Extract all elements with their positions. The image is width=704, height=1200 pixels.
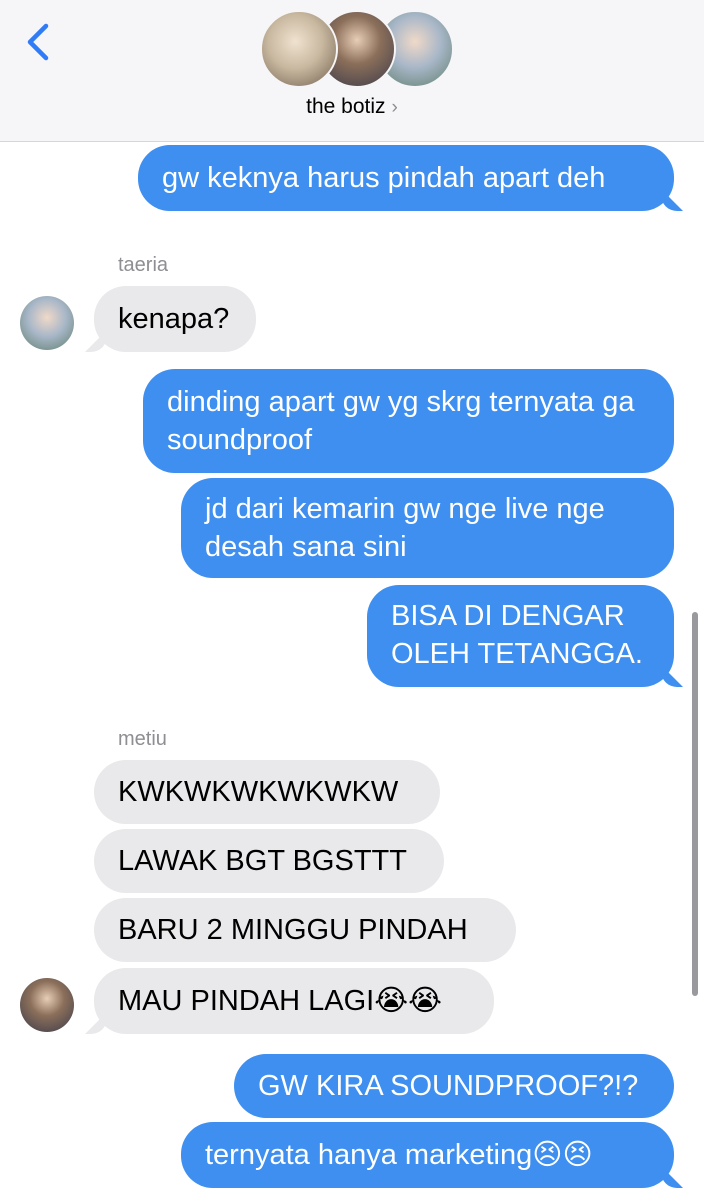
message-bubble-outgoing[interactable]: gw keknya harus pindah apart deh: [138, 145, 674, 211]
avatar[interactable]: [20, 296, 74, 350]
scrollbar[interactable]: [692, 612, 698, 996]
message-text: jd dari kemarin gw nge live nge desah sa…: [205, 493, 605, 563]
chevron-right-icon: ›: [391, 97, 398, 118]
group-avatars[interactable]: [260, 10, 454, 88]
message-text: BISA DI DENGAR OLEH TETANGGA.: [391, 600, 643, 670]
message-text: MAU PINDAH LAGI😭😭: [118, 985, 442, 1017]
message-text: LAWAK BGT BGSTTT: [118, 845, 407, 877]
group-name[interactable]: the botiz ›: [0, 95, 704, 119]
message-bubble-outgoing[interactable]: dinding apart gw yg skrg ternyata ga sou…: [143, 369, 674, 473]
message-text: BARU 2 MINGGU PINDAH: [118, 914, 468, 946]
message-bubble-outgoing[interactable]: GW KIRA SOUNDPROOF?!?: [234, 1054, 674, 1118]
message-bubble-incoming[interactable]: KWKWKWKWKWKW: [94, 760, 440, 824]
message-bubble-incoming[interactable]: kenapa?: [94, 286, 256, 352]
message-text: GW KIRA SOUNDPROOF?!?: [258, 1070, 639, 1102]
group-name-label: the botiz: [306, 95, 386, 118]
message-bubble-outgoing[interactable]: jd dari kemarin gw nge live nge desah sa…: [181, 478, 674, 578]
message-text: gw keknya harus pindah apart deh: [162, 162, 606, 194]
sender-name: taeria: [118, 254, 169, 276]
message-bubble-outgoing[interactable]: BISA DI DENGAR OLEH TETANGGA.: [367, 585, 674, 687]
avatar[interactable]: [20, 978, 74, 1032]
message-text: ternyata hanya marketing😣😣: [205, 1139, 593, 1171]
back-button[interactable]: [22, 22, 62, 62]
avatar: [260, 10, 338, 88]
message-bubble-outgoing[interactable]: ternyata hanya marketing😣😣: [181, 1122, 674, 1188]
chevron-left-icon: [27, 23, 49, 61]
message-bubble-incoming[interactable]: LAWAK BGT BGSTTT: [94, 829, 444, 893]
sender-name: metiu: [118, 728, 167, 750]
message-text: kenapa?: [118, 303, 230, 335]
conversation-header: the botiz ›: [0, 0, 704, 142]
message-text: KWKWKWKWKWKW: [118, 776, 399, 808]
message-bubble-incoming[interactable]: MAU PINDAH LAGI😭😭: [94, 968, 494, 1034]
message-text: dinding apart gw yg skrg ternyata ga sou…: [167, 386, 635, 456]
message-bubble-incoming[interactable]: BARU 2 MINGGU PINDAH: [94, 898, 516, 962]
